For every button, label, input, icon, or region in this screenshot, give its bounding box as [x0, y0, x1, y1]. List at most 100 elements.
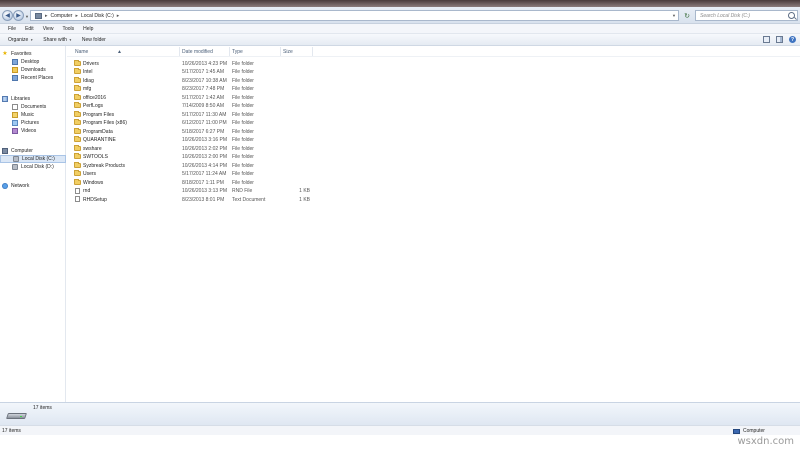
new-folder-button[interactable]: New folder	[82, 37, 106, 43]
forward-button[interactable]: ▶	[13, 10, 24, 21]
recent-pages-dropdown-icon[interactable]: ▼	[25, 14, 29, 19]
file-name: ProgramData	[83, 128, 113, 135]
menu-file[interactable]: File	[8, 26, 16, 32]
file-type: File folder	[232, 111, 254, 118]
breadcrumb-local-disk-c[interactable]: Local Disk (C:)	[81, 13, 114, 19]
share-with-button[interactable]: Share with ▼	[43, 37, 72, 43]
watermark: wsxdn.com	[737, 436, 794, 447]
column-header-row: ▲ Name Date modified Type Size	[67, 46, 800, 57]
pictures-icon	[12, 120, 18, 126]
file-row[interactable]: Program Files 5/17/2017 11:30 AM File fold…	[67, 110, 317, 119]
breadcrumb-separator-icon[interactable]: ▸	[75, 13, 78, 19]
column-header-size[interactable]: Size	[283, 49, 293, 55]
organize-button[interactable]: Organize ▼	[8, 37, 33, 43]
column-header-name[interactable]: Name	[75, 49, 88, 55]
folder-icon	[74, 144, 81, 151]
sort-indicator-icon: ▲	[117, 49, 122, 55]
file-icon	[75, 196, 80, 202]
column-divider[interactable]	[312, 47, 313, 56]
file-row[interactable]: Intel 5/17/2017 1:45 AM File folder	[67, 68, 317, 77]
arrow-right-icon: ▶	[16, 13, 21, 19]
menu-help[interactable]: Help	[83, 26, 93, 32]
file-type: File folder	[232, 103, 254, 109]
file-name: Intel	[83, 69, 93, 75]
file-type: File folder	[232, 77, 254, 84]
search-placeholder: Search Local Disk (C:)	[700, 12, 751, 19]
preview-pane-icon[interactable]	[776, 36, 783, 43]
menu-bar: File Edit View Tools Help	[0, 24, 800, 34]
file-date-modified: 5/17/2017 11:24 AM	[182, 171, 227, 177]
help-icon[interactable]: ?	[789, 36, 796, 43]
menu-tools[interactable]: Tools	[62, 26, 74, 32]
file-list: ▲ Name Date modified Type Size Drivers 10…	[67, 46, 800, 402]
file-row[interactable]: Users 5/17/2017 11:24 AM File folder	[67, 170, 317, 179]
nav-local-disk-c[interactable]: Local Disk (C:)	[0, 155, 66, 163]
nav-computer[interactable]: Computer	[0, 147, 66, 155]
column-divider[interactable]	[280, 47, 281, 56]
search-input[interactable]: Search Local Disk (C:)	[695, 10, 798, 21]
address-dropdown-icon[interactable]: ▼	[672, 13, 676, 18]
folder-icon	[74, 102, 81, 108]
nav-documents-label: Documents	[21, 104, 47, 110]
file-row[interactable]: SWTOOLS 10/26/2013 2:00 PM File folder	[67, 153, 317, 162]
computer-icon	[2, 148, 8, 154]
breadcrumb-separator-icon[interactable]: ▸	[117, 13, 120, 19]
file-row[interactable]: QUARANTINE 10/26/2013 3:16 PM File folder	[67, 136, 317, 145]
drive-body	[6, 413, 27, 419]
organize-label: Organize	[8, 36, 29, 43]
change-view-icon[interactable]	[763, 36, 770, 43]
command-bar-right: ?	[763, 36, 796, 43]
breadcrumb-computer[interactable]: Computer	[51, 13, 73, 19]
folder-icon	[74, 119, 81, 125]
folder-icon	[74, 85, 81, 91]
file-rows: Drivers 10/26/2013 4:23 PM File folder Inte…	[67, 59, 800, 204]
network-icon	[2, 183, 8, 189]
videos-icon	[12, 128, 18, 134]
folder-icon	[74, 161, 81, 168]
file-row[interactable]: Program Files (x86) 6/12/2017 11:00 PM Fil…	[67, 119, 317, 128]
nav-desktop[interactable]: Desktop	[0, 58, 66, 66]
nav-favorites[interactable]: ★ Favorites	[0, 50, 66, 58]
file-row[interactable]: office2016 5/17/2017 1:42 AM File folder	[67, 93, 317, 102]
nav-downloads-label: Downloads	[21, 67, 46, 73]
file-type: File folder	[232, 162, 254, 169]
library-icon	[2, 96, 8, 102]
back-button[interactable]: ◀	[2, 10, 13, 21]
column-divider[interactable]	[179, 47, 180, 56]
file-row[interactable]: swshare 10/26/2013 2:02 PM File folder	[67, 144, 317, 153]
menu-edit[interactable]: Edit	[25, 26, 34, 32]
search-icon[interactable]	[788, 12, 795, 19]
file-name: RHDSetup	[83, 196, 107, 203]
file-row[interactable]: mfg 8/23/2017 7:48 PM File folder	[67, 85, 317, 94]
column-divider[interactable]	[229, 47, 230, 56]
file-row[interactable]: PerfLogs 7/14/2009 8:50 AM File folder	[67, 102, 317, 111]
address-bar[interactable]: ▸ Computer ▸ Local Disk (C:) ▸ ▼	[30, 10, 679, 21]
file-row[interactable]: Idiag 8/23/2017 10:38 AM File folder	[67, 76, 317, 85]
desktop-icon	[12, 59, 18, 65]
nav-network[interactable]: Network	[0, 182, 66, 190]
file-row[interactable]: rnd 10/26/2013 3:13 PM RND File 1 KB	[67, 187, 317, 196]
file-row[interactable]: ProgramData 5/18/2017 6:27 PM File folder	[67, 127, 317, 136]
nav-recent-places[interactable]: Recent Places	[0, 74, 66, 82]
nav-videos[interactable]: Videos	[0, 127, 66, 135]
nav-documents[interactable]: Documents	[0, 103, 66, 111]
breadcrumb-separator-icon[interactable]: ▸	[45, 13, 48, 19]
refresh-button[interactable]: ↻	[682, 11, 692, 20]
file-type: File folder	[232, 154, 254, 160]
folder-icon	[74, 170, 81, 176]
file-row[interactable]: RHDSetup 8/23/2013 8:01 PM Text Document 1 …	[67, 195, 317, 204]
column-header-type[interactable]: Type	[232, 49, 243, 55]
nav-music[interactable]: Music	[0, 111, 66, 119]
file-row[interactable]: Drivers 10/26/2013 4:23 PM File folder	[67, 59, 317, 68]
folder-icon	[74, 178, 81, 185]
menu-view[interactable]: View	[43, 26, 54, 32]
nav-pictures-label: Pictures	[21, 120, 40, 126]
nav-local-disk-d-label: Local Disk (D:)	[21, 164, 54, 170]
nav-pictures[interactable]: Pictures	[0, 119, 66, 127]
column-header-date[interactable]: Date modified	[182, 49, 213, 55]
nav-libraries[interactable]: Libraries	[0, 95, 66, 103]
nav-downloads[interactable]: Downloads	[0, 66, 66, 74]
file-row[interactable]: Windows 8/18/2017 1:11 PM File folder	[67, 178, 317, 187]
nav-local-disk-d[interactable]: Local Disk (D:)	[0, 163, 66, 171]
file-row[interactable]: Syzbreak Products 10/26/2013 4:14 PM File …	[67, 161, 317, 170]
